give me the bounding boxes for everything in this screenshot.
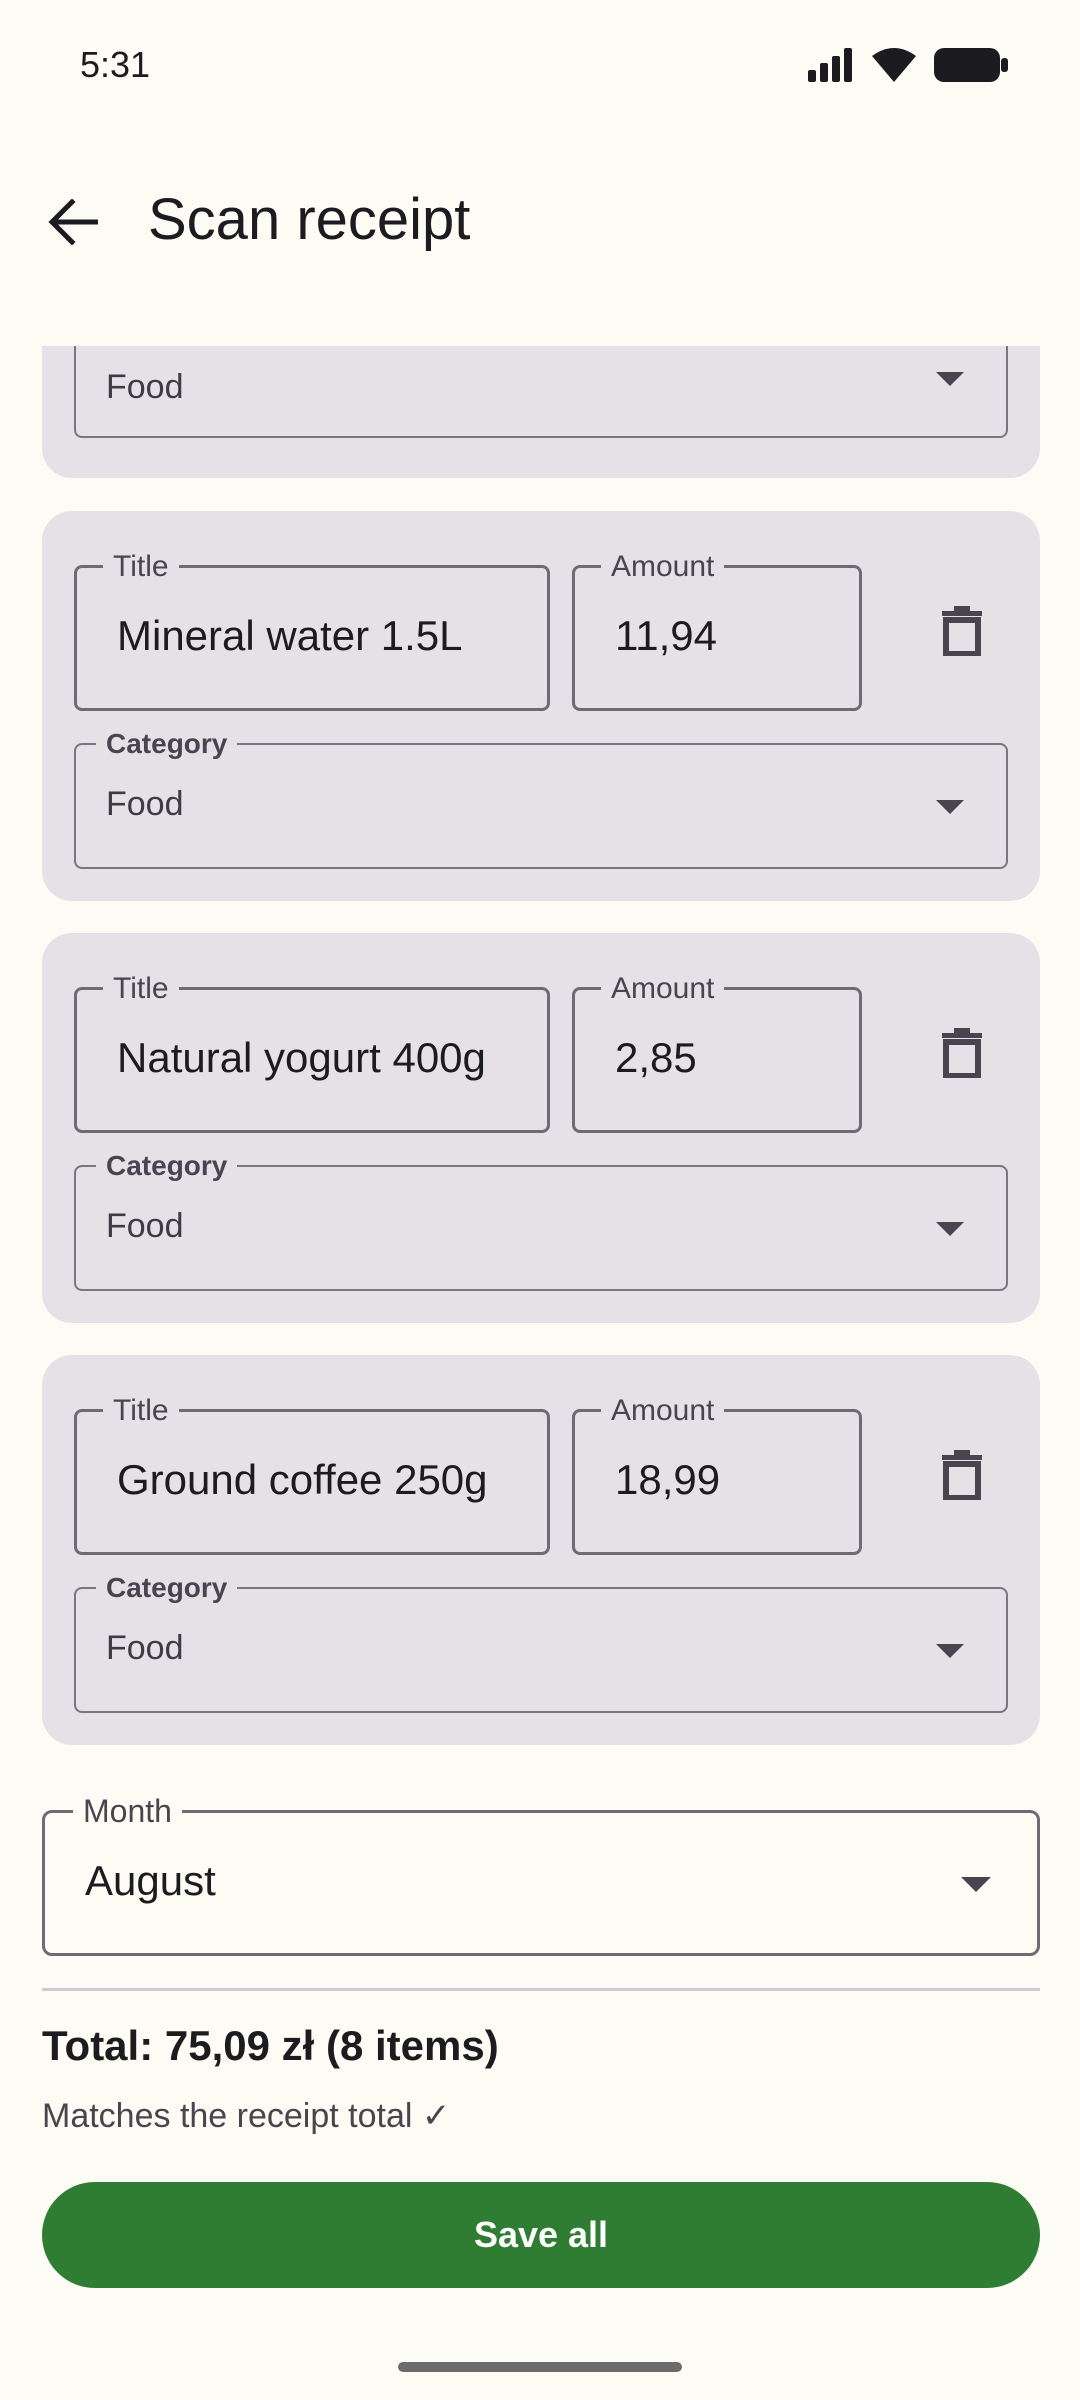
- amount-value: 11,94: [615, 612, 717, 659]
- category-label: Category: [96, 727, 238, 761]
- app-bar: Scan receipt: [0, 136, 1080, 346]
- category-label: Category: [96, 1149, 238, 1183]
- chevron-down-icon: [936, 800, 964, 814]
- amount-label: Amount: [601, 972, 725, 1006]
- back-button[interactable]: [36, 184, 112, 260]
- title-field[interactable]: Title Ground coffee 250g: [74, 1394, 550, 1555]
- amount-field[interactable]: Amount 11,94: [572, 550, 862, 711]
- home-indicator[interactable]: [398, 2362, 682, 2372]
- match-status: Matches the receipt total ✓: [42, 2097, 451, 2135]
- trash-icon: [942, 1028, 982, 1078]
- chevron-down-icon: [936, 372, 964, 386]
- amount-label: Amount: [601, 1394, 725, 1428]
- month-label: Month: [73, 1793, 182, 1829]
- save-all-button[interactable]: Save all: [42, 2182, 1040, 2288]
- save-all-label: Save all: [473, 2214, 609, 2255]
- receipt-item-card: Title Mineral water 1.5L Amount 11,94 Ca…: [42, 511, 1040, 901]
- signal-icon: [808, 48, 852, 82]
- chevron-down-icon: [936, 1644, 964, 1658]
- month-value: August: [85, 1857, 216, 1904]
- amount-value: 2,85: [615, 1034, 697, 1081]
- title-label: Title: [103, 972, 179, 1006]
- page-title: Scan receipt: [148, 187, 471, 252]
- battery-icon: [934, 48, 1008, 82]
- status-icons: [808, 48, 1008, 82]
- amount-field[interactable]: Amount 2,85: [572, 972, 862, 1133]
- trash-icon: [942, 1450, 982, 1500]
- title-label: Title: [103, 1394, 179, 1428]
- arrow-back-icon: [48, 199, 98, 245]
- title-value: Mineral water 1.5L: [117, 612, 463, 659]
- amount-value: 18,99: [615, 1456, 721, 1503]
- title-value: Natural yogurt 400g: [117, 1034, 486, 1081]
- receipt-item-card: Title Ground coffee 250g Amount 18,99 Ca…: [42, 1355, 1040, 1745]
- delete-item-button[interactable]: [922, 1435, 1002, 1515]
- delete-item-button[interactable]: [922, 591, 1002, 671]
- receipt-items-list[interactable]: Food Title Mineral water 1.5L Amount 11,…: [0, 346, 1080, 2400]
- screen: 5:31 Scan receipt Food Title Mineral wat…: [0, 0, 1080, 2400]
- title-value: Ground coffee 250g: [117, 1456, 488, 1503]
- title-field[interactable]: Title Natural yogurt 400g: [74, 972, 550, 1133]
- status-bar: 5:31: [0, 0, 1080, 136]
- category-label: Category: [96, 1571, 238, 1605]
- chevron-down-icon: [961, 1877, 991, 1892]
- title-field[interactable]: Title Mineral water 1.5L: [74, 550, 550, 711]
- trash-icon: [942, 606, 982, 656]
- chevron-down-icon: [936, 1222, 964, 1236]
- receipt-item-card: Title Natural yogurt 400g Amount 2,85 Ca…: [42, 933, 1040, 1323]
- amount-field[interactable]: Amount 18,99: [572, 1394, 862, 1555]
- category-value: Food: [106, 1629, 184, 1667]
- category-select[interactable]: Category Food: [74, 727, 1008, 869]
- month-select[interactable]: Month August: [42, 1793, 1040, 1956]
- receipt-item-card: Food: [42, 346, 1040, 478]
- divider: [42, 1988, 1040, 1991]
- delete-item-button[interactable]: [922, 1013, 1002, 1093]
- category-value: Food: [106, 785, 184, 823]
- title-label: Title: [103, 550, 179, 584]
- category-value: Food: [106, 368, 184, 406]
- category-value: Food: [106, 1207, 184, 1245]
- category-select[interactable]: Food: [74, 346, 1008, 438]
- total-summary: Total: 75,09 zł (8 items): [42, 2022, 499, 2069]
- status-time: 5:31: [80, 44, 151, 85]
- category-select[interactable]: Category Food: [74, 1149, 1008, 1291]
- amount-label: Amount: [601, 550, 725, 584]
- category-select[interactable]: Category Food: [74, 1571, 1008, 1713]
- wifi-icon: [872, 48, 916, 82]
